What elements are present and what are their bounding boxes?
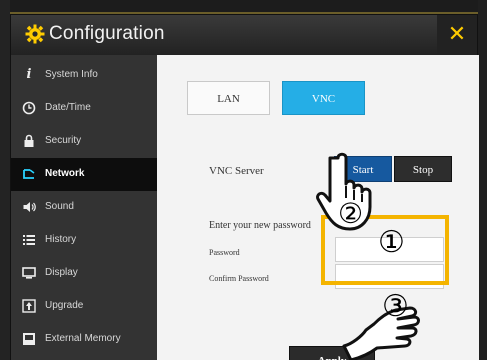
sidebar-item-label: Network [45,168,85,179]
sidebar-item-security[interactable]: Security [11,125,157,158]
sidebar-item-date-time[interactable]: Date/Time [11,92,157,125]
memory-icon [22,332,36,346]
step-3-marker: ③ [382,289,409,324]
screen-right-edge [478,0,487,360]
gear-icon [25,24,45,44]
password-label: Password [209,248,240,257]
lock-icon [22,134,36,148]
sidebar-item-system-info[interactable]: i System Info [11,59,157,92]
sidebar-item-network[interactable]: Network [11,158,157,191]
stop-button[interactable]: Stop [394,156,452,182]
network-icon [22,167,36,181]
sidebar-item-display[interactable]: Display [11,257,157,290]
sidebar-item-label: Sound [45,201,74,212]
step-2-marker: ② [338,197,364,230]
speaker-icon [22,200,36,214]
close-icon: ✕ [447,22,467,47]
monitor-icon [22,266,36,280]
close-button[interactable]: ✕ [437,15,477,55]
sidebar-item-label: External Memory [45,333,121,344]
sidebar-item-label: Display [45,267,78,278]
sidebar: i System Info Date/Time Security Network [11,55,157,360]
sidebar-item-label: System Info [45,69,98,80]
title-bar: Configuration ✕ [11,15,477,55]
vnc-server-label: VNC Server [209,165,264,177]
upgrade-icon [22,299,36,313]
clock-icon [22,101,36,115]
confirm-password-label: Confirm Password [209,274,269,283]
step-1-marker: ① [378,225,405,260]
list-icon [22,233,36,247]
sidebar-item-label: History [45,234,77,245]
screen-left-edge [0,0,10,360]
tab-lan[interactable]: LAN [187,81,270,115]
window-title: Configuration [49,23,165,44]
sidebar-item-label: Date/Time [45,102,91,113]
sidebar-item-history[interactable]: History [11,224,157,257]
info-icon: i [26,67,32,82]
sidebar-item-label: Upgrade [45,300,84,311]
sidebar-item-sound[interactable]: Sound [11,191,157,224]
sidebar-item-label: Security [45,135,82,146]
sidebar-item-external-memory[interactable]: External Memory [11,323,157,356]
sidebar-item-upgrade[interactable]: Upgrade [11,290,157,323]
tab-vnc[interactable]: VNC [282,81,365,115]
screen-top-edge [0,0,487,14]
